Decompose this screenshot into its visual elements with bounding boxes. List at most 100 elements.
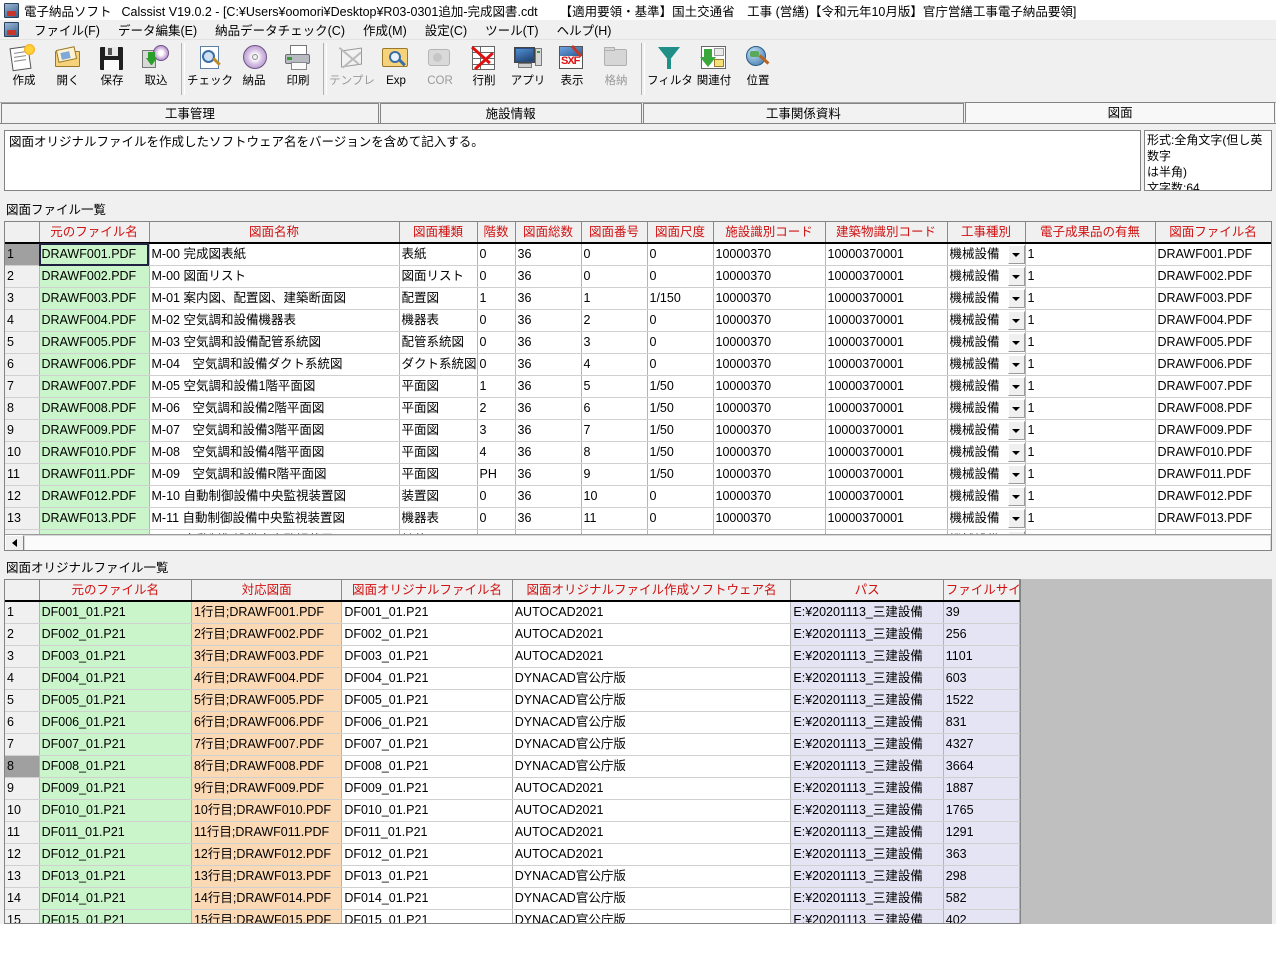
cell-has[interactable]: 1 <box>1025 243 1155 266</box>
table-row[interactable]: 9DF009_01.P219行目;DRAWF009.PDFDF009_01.P2… <box>5 778 1020 800</box>
row-number-cell[interactable]: 2 <box>5 266 39 288</box>
cell-tgt[interactable]: 13行目;DRAWF013.PDF <box>191 866 341 888</box>
cell-floor[interactable]: 3 <box>477 420 515 442</box>
row-number-cell[interactable]: 11 <box>5 464 39 486</box>
cell-src[interactable]: DF013_01.P21 <box>39 866 191 888</box>
cell-total[interactable]: 36 <box>515 266 581 288</box>
cell-total[interactable]: 36 <box>515 243 581 266</box>
toolbar-button-open[interactable]: 開く <box>46 40 90 100</box>
cell-scale[interactable]: 1/50 <box>647 420 713 442</box>
column-header-corner[interactable] <box>5 580 39 601</box>
cell-num[interactable]: 1 <box>581 288 647 310</box>
cell-floor[interactable]: 0 <box>477 310 515 332</box>
cell-total[interactable]: 36 <box>515 376 581 398</box>
chevron-down-icon[interactable] <box>1008 487 1025 506</box>
chevron-down-icon[interactable] <box>1008 421 1025 440</box>
cell-type[interactable]: 機械設備 <box>947 442 1025 464</box>
chevron-down-icon[interactable] <box>1008 509 1025 528</box>
cell-file[interactable]: DRAWF005.PDF <box>1155 332 1271 354</box>
table-row[interactable]: 8DRAWF008.PDFM-06 空気調和設備2階平面図平面図23661/50… <box>5 398 1271 420</box>
cell-name[interactable]: M-08 空気調和設備4階平面図 <box>149 442 399 464</box>
cell-type[interactable]: 機械設備 <box>947 354 1025 376</box>
row-number-cell[interactable]: 5 <box>5 690 39 712</box>
cell-has[interactable]: 1 <box>1025 354 1155 376</box>
row-number-cell[interactable]: 11 <box>5 822 39 844</box>
cell-file[interactable]: DRAWF004.PDF <box>1155 310 1271 332</box>
cell-orig[interactable]: DF004_01.P21 <box>342 668 512 690</box>
cell-name[interactable]: M-11 自動制御設備中央監視装置図 <box>149 508 399 530</box>
cell-floor[interactable]: 4 <box>477 442 515 464</box>
cell-floor[interactable]: 1 <box>477 288 515 310</box>
table-row[interactable]: 3DF003_01.P213行目;DRAWF003.PDFDF003_01.P2… <box>5 646 1020 668</box>
cell-bld[interactable]: 10000370001 <box>825 354 947 376</box>
cell-src[interactable]: DF002_01.P21 <box>39 624 191 646</box>
cell-floor[interactable]: 0 <box>477 243 515 266</box>
cell-total[interactable]: 36 <box>515 420 581 442</box>
cell-orig[interactable]: DF013_01.P21 <box>342 866 512 888</box>
cell-bld[interactable]: 10000370001 <box>825 398 947 420</box>
cell-soft[interactable]: DYNACAD官公庁版 <box>512 690 791 712</box>
cell-has[interactable]: 1 <box>1025 332 1155 354</box>
column-header[interactable]: 図面総数 <box>515 222 581 243</box>
cell-src[interactable]: DF007_01.P21 <box>39 734 191 756</box>
cell-type[interactable]: 機械設備 <box>947 464 1025 486</box>
row-number-cell[interactable]: 13 <box>5 866 39 888</box>
cell-fac[interactable]: 10000370 <box>713 508 825 530</box>
chevron-down-icon[interactable] <box>1008 355 1025 374</box>
cell-src[interactable]: DRAWF002.PDF <box>39 266 149 288</box>
table-row[interactable]: 3DRAWF003.PDFM-01 案内図、配置図、建築断面図配置図13611/… <box>5 288 1271 310</box>
cell-src[interactable]: DF011_01.P21 <box>39 822 191 844</box>
cell-path[interactable]: E:¥20201113_三建設備 <box>791 756 943 778</box>
table-row[interactable]: 7DRAWF007.PDFM-05 空気調和設備1階平面図平面図13651/50… <box>5 376 1271 398</box>
chevron-down-icon[interactable] <box>1008 245 1025 264</box>
cell-path[interactable]: E:¥20201113_三建設備 <box>791 646 943 668</box>
cell-floor[interactable]: 0 <box>477 508 515 530</box>
cell-size[interactable]: 363 <box>943 844 1019 866</box>
cell-file[interactable]: DRAWF008.PDF <box>1155 398 1271 420</box>
cell-bld[interactable]: 10000370001 <box>825 376 947 398</box>
cell-fac[interactable]: 10000370 <box>713 398 825 420</box>
cell-orig[interactable]: DF006_01.P21 <box>342 712 512 734</box>
cell-src[interactable]: DF006_01.P21 <box>39 712 191 734</box>
drawing-original-file-list-grid[interactable]: 元のファイル名対応図面図面オリジナルファイル名図面オリジナルファイル作成ソフトウ… <box>4 579 1021 924</box>
table-row[interactable]: 7DF007_01.P217行目;DRAWF007.PDFDF007_01.P2… <box>5 734 1020 756</box>
table-row[interactable]: 13DF013_01.P2113行目;DRAWF013.PDFDF013_01.… <box>5 866 1020 888</box>
cell-file[interactable]: DRAWF012.PDF <box>1155 486 1271 508</box>
cell-total[interactable]: 36 <box>515 332 581 354</box>
cell-tgt[interactable]: 4行目;DRAWF004.PDF <box>191 668 341 690</box>
row-number-cell[interactable]: 10 <box>5 442 39 464</box>
cell-soft[interactable]: AUTOCAD2021 <box>512 624 791 646</box>
cell-floor[interactable]: 0 <box>477 266 515 288</box>
cell-num[interactable]: 11 <box>581 508 647 530</box>
cell-file[interactable]: DRAWF013.PDF <box>1155 508 1271 530</box>
cell-file[interactable]: DRAWF009.PDF <box>1155 420 1271 442</box>
cell-src[interactable]: DRAWF013.PDF <box>39 508 149 530</box>
cell-scale[interactable]: 0 <box>647 354 713 376</box>
table-row[interactable]: 11DF011_01.P2111行目;DRAWF011.PDFDF011_01.… <box>5 822 1020 844</box>
column-header[interactable]: 階数 <box>477 222 515 243</box>
cell-orig[interactable]: DF005_01.P21 <box>342 690 512 712</box>
cell-num[interactable]: 10 <box>581 486 647 508</box>
cell-num[interactable]: 8 <box>581 442 647 464</box>
cell-file[interactable]: DRAWF011.PDF <box>1155 464 1271 486</box>
cell-tgt[interactable]: 1行目;DRAWF001.PDF <box>191 601 341 624</box>
cell-size[interactable]: 1765 <box>943 800 1019 822</box>
cell-soft[interactable]: AUTOCAD2021 <box>512 822 791 844</box>
table-row[interactable]: 4DRAWF004.PDFM-02 空気調和設備機器表機器表0362010000… <box>5 310 1271 332</box>
table-row[interactable]: 8DF008_01.P218行目;DRAWF008.PDFDF008_01.P2… <box>5 756 1020 778</box>
row-number-cell[interactable]: 10 <box>5 800 39 822</box>
cell-type[interactable]: 機械設備 <box>947 266 1025 288</box>
table-row[interactable]: 10DF010_01.P2110行目;DRAWF010.PDFDF010_01.… <box>5 800 1020 822</box>
cell-type[interactable]: 機械設備 <box>947 332 1025 354</box>
cell-type[interactable]: 機械設備 <box>947 508 1025 530</box>
menu-help[interactable]: ヘルプ(H) <box>548 19 621 40</box>
cell-floor[interactable]: 0 <box>477 486 515 508</box>
cell-soft[interactable]: AUTOCAD2021 <box>512 844 791 866</box>
cell-src[interactable]: DF008_01.P21 <box>39 756 191 778</box>
chevron-down-icon[interactable] <box>1008 531 1025 534</box>
cell-orig[interactable]: DF011_01.P21 <box>342 822 512 844</box>
cell-orig[interactable]: DF001_01.P21 <box>342 601 512 624</box>
cell-src[interactable]: DRAWF007.PDF <box>39 376 149 398</box>
toolbar-button-application[interactable]: アプリ <box>506 40 550 100</box>
cell-floor[interactable]: 2 <box>477 398 515 420</box>
